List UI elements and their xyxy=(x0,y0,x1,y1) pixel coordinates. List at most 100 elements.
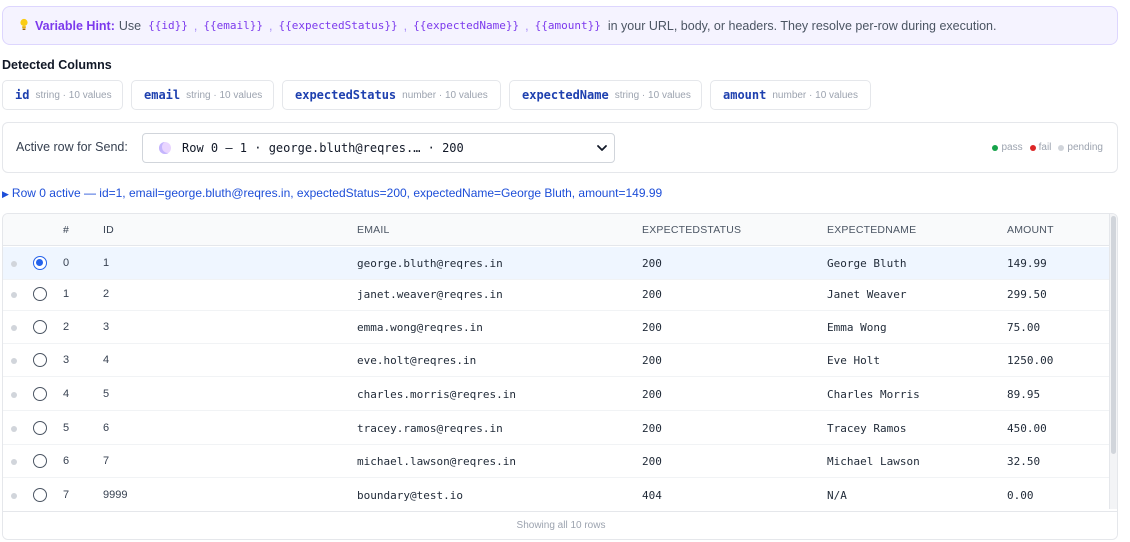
cell-expected-status: 200 xyxy=(642,388,662,401)
table-header: # ID EMAIL EXPECTEDSTATUS EXPECTEDNAME A… xyxy=(3,214,1111,246)
active-row-summary[interactable]: ▶ Row 0 active — id=1, email=george.bluth… xyxy=(2,186,662,200)
cell-index: 0 xyxy=(63,257,70,269)
table-row[interactable]: 4 5 charles.morris@reqres.in 200 Charles Mor… xyxy=(3,378,1111,411)
column-chip-name: amount xyxy=(723,88,767,102)
legend-pass: pass xyxy=(992,142,1023,153)
cell-index: 5 xyxy=(63,422,70,434)
header-amount: AMOUNT xyxy=(1007,224,1054,236)
cell-index: 2 xyxy=(63,321,70,333)
status-pending-dot-icon xyxy=(11,292,17,298)
moon-icon xyxy=(159,142,171,154)
detected-columns-list: id string · 10 values email string · 10 … xyxy=(2,80,871,110)
table-row[interactable]: 5 6 tracey.ramos@reqres.in 200 Tracey Ramos 4… xyxy=(3,412,1111,445)
row-select-radio[interactable] xyxy=(33,387,47,401)
status-pending-dot-icon xyxy=(11,325,17,331)
cell-expected-name: N/A xyxy=(827,489,847,502)
cell-expected-status: 200 xyxy=(642,455,662,468)
cell-amount: 1250.00 xyxy=(1007,354,1054,367)
cell-expected-name: Emma Wong xyxy=(827,321,887,334)
cell-index: 6 xyxy=(63,455,70,467)
column-chip-name: id xyxy=(15,88,30,102)
status-pending-dot-icon xyxy=(11,358,17,364)
status-legend: pass fail pending xyxy=(992,142,1103,153)
cell-expected-name: Janet Weaver xyxy=(827,288,907,301)
chevron-down-icon xyxy=(597,145,607,151)
fail-dot-icon xyxy=(1029,144,1036,151)
table-row[interactable]: 6 7 michael.lawson@reqres.in 200 Michael Law… xyxy=(3,445,1111,478)
hint-var-expected-name: {{expectedName}} xyxy=(413,19,520,32)
cell-amount: 0.00 xyxy=(1007,489,1034,502)
cell-expected-status: 404 xyxy=(642,489,662,502)
cell-amount: 32.50 xyxy=(1007,455,1041,468)
cell-index: 7 xyxy=(63,489,70,501)
column-chip-expected-name[interactable]: expectedName string · 10 values xyxy=(509,80,702,110)
cell-expected-status: 200 xyxy=(642,288,662,301)
pending-dot-icon xyxy=(1058,144,1065,151)
column-chip-email[interactable]: email string · 10 values xyxy=(131,80,274,110)
active-row-label: Active row for Send: xyxy=(16,140,128,154)
cell-index: 3 xyxy=(63,354,70,366)
cell-expected-status: 200 xyxy=(642,321,662,334)
cell-email: eve.holt@reqres.in xyxy=(357,354,477,367)
table-row[interactable]: 7 9999 boundary@test.io 404 N/A 0.00 xyxy=(3,479,1111,512)
cell-index: 1 xyxy=(63,288,70,300)
cell-expected-name: George Bluth xyxy=(827,257,907,270)
cell-id: 7 xyxy=(103,455,110,467)
table-row[interactable]: 2 3 emma.wong@reqres.in 200 Emma Wong 75.00 xyxy=(3,311,1111,344)
header-expected-name: EXPECTEDNAME xyxy=(827,224,917,236)
scrollbar-thumb[interactable] xyxy=(1111,216,1116,454)
caret-right-icon: ▶ xyxy=(2,189,9,199)
cell-index: 4 xyxy=(63,388,70,400)
cell-id: 9999 xyxy=(103,489,128,501)
header-email: EMAIL xyxy=(357,224,390,236)
cell-amount: 299.50 xyxy=(1007,288,1047,301)
data-table: # ID EMAIL EXPECTEDSTATUS EXPECTEDNAME A… xyxy=(2,213,1118,540)
column-chip-name: expectedName xyxy=(522,88,609,102)
cell-id: 6 xyxy=(103,422,110,434)
table-row[interactable]: 0 1 george.bluth@reqres.in 200 George Bluth 1… xyxy=(3,247,1111,280)
column-chip-meta: number · 10 values xyxy=(402,89,488,101)
column-chip-amount[interactable]: amount number · 10 values xyxy=(710,80,871,110)
cell-email: boundary@test.io xyxy=(357,489,463,502)
cell-id: 1 xyxy=(103,257,110,269)
row-select-radio[interactable] xyxy=(33,287,47,301)
column-chip-expected-status[interactable]: expectedStatus number · 10 values xyxy=(282,80,501,110)
status-pending-dot-icon xyxy=(11,261,17,267)
table-row[interactable]: 1 2 janet.weaver@reqres.in 200 Janet Weaver 2… xyxy=(3,278,1111,311)
cell-email: emma.wong@reqres.in xyxy=(357,321,483,334)
status-pending-dot-icon xyxy=(11,459,17,465)
cell-id: 4 xyxy=(103,354,110,366)
cell-email: tracey.ramos@reqres.in xyxy=(357,422,503,435)
column-chip-meta: number · 10 values xyxy=(772,89,858,101)
hint-prefix: Use xyxy=(118,18,142,33)
cell-expected-name: Michael Lawson xyxy=(827,455,920,468)
row-select-radio[interactable] xyxy=(33,256,47,270)
cell-email: michael.lawson@reqres.in xyxy=(357,455,516,468)
header-id: ID xyxy=(103,224,114,236)
cell-expected-status: 200 xyxy=(642,354,662,367)
table-row[interactable]: 3 4 eve.holt@reqres.in 200 Eve Holt 1250.00 xyxy=(3,344,1111,377)
row-select-radio[interactable] xyxy=(33,454,47,468)
active-row-select[interactable]: Row 0 — 1 · george.bluth@reqres.… · 200 xyxy=(142,133,615,163)
hint-label: Variable Hint: xyxy=(35,18,115,33)
table-scrollbar[interactable] xyxy=(1109,214,1117,509)
header-index: # xyxy=(63,224,70,236)
cell-email: janet.weaver@reqres.in xyxy=(357,288,503,301)
legend-pending: pending xyxy=(1058,142,1103,153)
row-select-radio[interactable] xyxy=(33,320,47,334)
row-select-radio[interactable] xyxy=(33,488,47,502)
cell-email: charles.morris@reqres.in xyxy=(357,388,516,401)
cell-email: george.bluth@reqres.in xyxy=(357,257,503,270)
cell-amount: 149.99 xyxy=(1007,257,1047,270)
cell-expected-name: Eve Holt xyxy=(827,354,880,367)
column-chip-meta: string · 10 values xyxy=(614,89,691,101)
column-chip-id[interactable]: id string · 10 values xyxy=(2,80,123,110)
active-row-summary-text: Row 0 active — id=1, email=george.bluth@… xyxy=(11,186,663,200)
row-select-radio[interactable] xyxy=(33,353,47,367)
column-chip-meta: string · 10 values xyxy=(35,89,112,101)
row-select-radio[interactable] xyxy=(33,421,47,435)
status-pending-dot-icon xyxy=(11,426,17,432)
column-chip-name: email xyxy=(144,88,181,102)
cell-amount: 450.00 xyxy=(1007,422,1047,435)
cell-amount: 89.95 xyxy=(1007,388,1041,401)
